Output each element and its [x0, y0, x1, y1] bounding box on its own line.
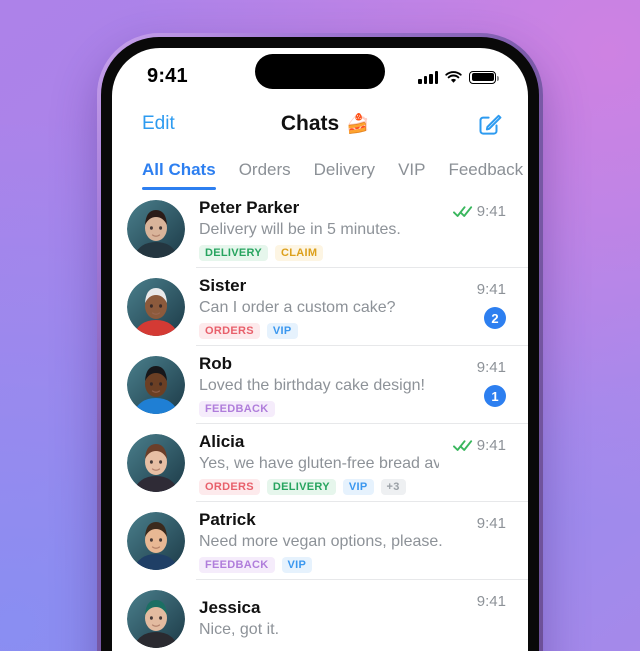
chat-list-item[interactable]: Alicia Yes, we have gluten-free bread ava… — [112, 424, 528, 502]
chat-item-meta: 9:41 1 — [477, 357, 506, 407]
chat-item-meta: 9:41 2 — [477, 279, 506, 329]
chat-item-body: Sister Can I order a custom cake? ORDERS VI… — [199, 275, 463, 339]
chat-list-item[interactable]: Patrick Need more vegan options, please. F… — [112, 502, 528, 580]
chat-contact-name: Patrick — [199, 510, 256, 530]
avatar — [127, 590, 185, 648]
chat-meta-top: 9:41 — [452, 437, 506, 454]
chat-tag-row: DELIVERY CLAIM — [199, 244, 439, 261]
chat-item-meta: 9:41 — [477, 513, 506, 532]
navigation-bar: Edit Chats 🍰 — [112, 100, 528, 148]
page-title-text: Chats — [280, 112, 340, 135]
chat-tag-delivery: DELIVERY — [199, 244, 269, 261]
chat-meta-top: 9:41 — [477, 359, 506, 376]
chat-list-item[interactable]: Sister Can I order a custom cake? ORDERS VI… — [112, 268, 528, 346]
chat-timestamp: 9:41 — [476, 359, 506, 376]
avatar — [127, 356, 185, 414]
chat-timestamp: 9:41 — [476, 281, 506, 298]
phone-screen: 9:41 Edit Chats 🍰 All Chats Orders Deliv… — [112, 48, 528, 651]
chat-tag-row: ORDERS VIP — [199, 322, 463, 339]
chat-tag-orders: ORDERS — [199, 322, 260, 339]
phone-device-frame: 9:41 Edit Chats 🍰 All Chats Orders Deliv… — [97, 33, 543, 651]
chat-preview-message: Nice, got it. — [199, 620, 280, 638]
edit-button[interactable]: Edit — [142, 113, 175, 135]
chat-contact-name: Rob — [199, 354, 233, 374]
chat-item-meta: 9:41 — [452, 201, 506, 220]
page-title: Chats 🍰 — [281, 112, 370, 136]
chat-preview-message: Loved the birthday cake design! — [199, 376, 425, 394]
tab-all-chats[interactable]: All Chats — [142, 160, 216, 190]
chat-contact-name: Sister — [199, 276, 247, 296]
chat-tag-delivery: DELIVERY — [266, 478, 336, 495]
chat-item-body: Jessica Nice, got it. — [199, 597, 463, 640]
chat-list-item[interactable]: Peter Parker Delivery will be in 5 minute… — [112, 190, 528, 268]
chat-list[interactable]: Peter Parker Delivery will be in 5 minute… — [112, 190, 528, 651]
chat-meta-top: 9:41 — [477, 281, 506, 298]
chat-tag-row: ORDERS DELIVERY VIP +3 — [199, 478, 439, 495]
chat-tag-row: FEEDBACK — [199, 400, 463, 417]
chat-list-item[interactable]: Rob Loved the birthday cake design! FEEDBA… — [112, 346, 528, 424]
chat-tag-row: FEEDBACK VIP — [199, 556, 463, 573]
chat-item-meta: 9:41 — [452, 435, 506, 454]
chat-meta-top: 9:41 — [452, 203, 506, 220]
chat-preview-message: Can I order a custom cake? — [199, 298, 396, 316]
chat-timestamp: 9:41 — [476, 515, 506, 532]
chat-tag-vip: VIP — [266, 322, 298, 339]
status-bar: 9:41 — [112, 48, 528, 100]
chat-item-body: Alicia Yes, we have gluten-free bread ava… — [199, 431, 439, 495]
chat-timestamp: 9:41 — [476, 203, 506, 220]
double-check-icon — [452, 439, 473, 452]
chat-tag-feedback: FEEDBACK — [199, 556, 275, 573]
tab-delivery[interactable]: Delivery — [314, 160, 375, 190]
chat-tag-vip: VIP — [281, 556, 313, 573]
chat-tag-orders: ORDERS — [199, 478, 260, 495]
unread-count-badge: 1 — [484, 385, 506, 407]
status-bar-indicators — [418, 70, 499, 84]
avatar — [127, 512, 185, 570]
chat-item-body: Peter Parker Delivery will be in 5 minute… — [199, 197, 439, 261]
chat-contact-name: Peter Parker — [199, 198, 300, 218]
wifi-icon — [445, 70, 462, 83]
chat-tag-claim: CLAIM — [275, 244, 324, 261]
tag-overflow-count: +3 — [380, 478, 406, 495]
chat-tag-feedback: FEEDBACK — [199, 400, 275, 417]
tab-vip[interactable]: VIP — [398, 160, 425, 190]
chat-preview-message: Yes, we have gluten-free bread available… — [199, 454, 439, 472]
screenshot-stage: 9:41 Edit Chats 🍰 All Chats Orders Deliv… — [0, 0, 640, 651]
double-check-icon — [452, 205, 473, 218]
avatar — [127, 434, 185, 492]
chat-timestamp: 9:41 — [476, 593, 506, 610]
chat-meta-top: 9:41 — [477, 515, 506, 532]
dynamic-island — [255, 54, 385, 89]
chat-preview-message: Need more vegan options, please. — [199, 532, 443, 550]
chat-item-body: Patrick Need more vegan options, please. F… — [199, 509, 463, 573]
chat-contact-name: Alicia — [199, 432, 245, 452]
tab-orders[interactable]: Orders — [239, 160, 291, 190]
chat-item-body: Rob Loved the birthday cake design! FEEDBA… — [199, 353, 463, 417]
tab-feedback[interactable]: Feedback — [448, 160, 523, 190]
avatar — [127, 200, 185, 258]
chat-contact-name: Jessica — [199, 598, 261, 618]
chat-filter-tabs[interactable]: All ChatsOrdersDeliveryVIPFeedbackE — [112, 148, 528, 190]
chat-tag-vip: VIP — [342, 478, 374, 495]
status-bar-time: 9:41 — [147, 65, 188, 87]
battery-full-icon — [469, 70, 499, 84]
chat-list-item[interactable]: Jessica Nice, got it. 9:41 — [112, 580, 528, 651]
chat-meta-top: 9:41 — [477, 593, 506, 610]
cellular-bars-icon — [418, 70, 438, 84]
chat-item-meta: 9:41 — [477, 591, 506, 610]
avatar — [127, 278, 185, 336]
chat-preview-message: Delivery will be in 5 minutes. — [199, 220, 401, 238]
compose-square-pencil-icon[interactable] — [476, 110, 504, 138]
chat-timestamp: 9:41 — [476, 437, 506, 454]
unread-count-badge: 2 — [484, 307, 506, 329]
cake-emoji-icon: 🍰 — [346, 114, 370, 135]
phone-bezel: 9:41 Edit Chats 🍰 All Chats Orders Deliv… — [101, 37, 539, 651]
